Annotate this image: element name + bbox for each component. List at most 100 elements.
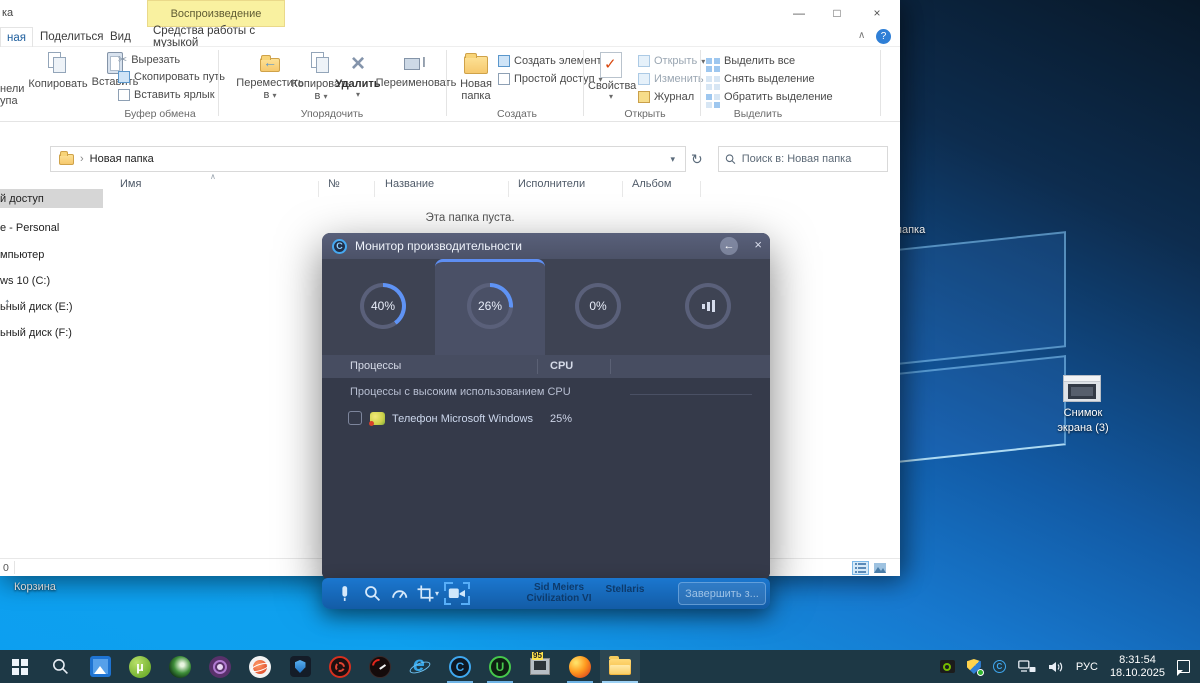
details-view-button[interactable] [852, 561, 869, 575]
sidebar-item-onedrive[interactable]: e - Personal [0, 218, 103, 237]
sidebar-item-drive-e[interactable]: ьный диск (E:) [0, 297, 103, 316]
edit-button[interactable]: Изменить [638, 73, 704, 85]
taskbar-driver-booster[interactable] [320, 650, 360, 683]
monitor-close-button[interactable]: × [754, 237, 762, 252]
taskbar-file-explorer[interactable] [600, 650, 640, 683]
collapse-ribbon-icon[interactable]: ∧ [858, 30, 865, 41]
paste-shortcut-button[interactable]: Вставить ярлык [118, 89, 215, 101]
thumbnail-view-button[interactable] [871, 561, 888, 575]
tray-clock[interactable]: 8:31:54 18.10.2025 [1110, 654, 1165, 680]
maximize-button[interactable]: □ [820, 0, 854, 25]
copy-button[interactable]: Копировать [26, 52, 90, 90]
taskbar-sputnik-browser[interactable] [240, 650, 280, 683]
language-indicator[interactable]: РУС [1076, 661, 1098, 673]
group-separator [880, 50, 881, 116]
action-center-icon[interactable] [1177, 660, 1190, 673]
taskbar-tor-browser[interactable] [200, 650, 240, 683]
process-row[interactable]: Телефон Microsoft Windows 25% [322, 408, 770, 432]
taskbar-firefox[interactable] [560, 650, 600, 683]
close-button[interactable]: × [860, 0, 894, 25]
taskbar-ccleaner[interactable]: C [440, 650, 480, 683]
fps-badge: 95 [532, 652, 543, 660]
metrics-gauge[interactable] [685, 283, 731, 329]
copy-to-icon [311, 52, 331, 74]
taskbar-search-button[interactable] [40, 650, 80, 683]
start-button[interactable] [0, 650, 40, 683]
process-cpu-value: 25% [550, 413, 572, 425]
column-album[interactable]: Альбом [632, 178, 671, 190]
tab-music-tools[interactable]: Средства работы с музыкой [147, 27, 285, 47]
monitor-title: Монитор производительности [355, 239, 522, 253]
recycle-bin-label[interactable]: Корзина [14, 581, 56, 593]
select-all-button[interactable]: Выделить все [706, 55, 795, 67]
end-task-button[interactable]: Завершить з... [678, 582, 766, 605]
taskbar-photos-app[interactable] [80, 650, 120, 683]
tab-home[interactable]: ная [0, 27, 33, 47]
magnifier-icon[interactable] [364, 585, 381, 602]
column-name[interactable]: Имя [120, 178, 141, 190]
volume-tray-icon[interactable] [1048, 660, 1064, 674]
sidebar-item-quick-access[interactable]: й доступ [0, 189, 103, 208]
ccleaner-tray-icon[interactable]: C [993, 660, 1006, 673]
explorer-titlebar[interactable]: ка Воспроизведение — □ × [0, 0, 900, 27]
open-button[interactable]: Открыть▾ [638, 55, 705, 67]
column-number[interactable]: № [328, 178, 340, 190]
refresh-icon[interactable]: ↻ [691, 151, 703, 168]
help-icon[interactable]: ? [876, 29, 891, 44]
taskbar-shield-app[interactable] [280, 650, 320, 683]
bar-chart-icon [685, 283, 731, 329]
clear-selection-button[interactable]: Снять выделение [706, 73, 815, 85]
cpu-gauge[interactable]: 26% [467, 283, 513, 329]
taskbar-game-green[interactable] [160, 650, 200, 683]
boost-icon[interactable] [336, 585, 353, 602]
nvidia-tray-icon[interactable] [940, 660, 955, 673]
taskbar-fps-monitor[interactable]: 95 [520, 650, 560, 683]
group-separator [583, 50, 584, 116]
new-folder-button[interactable]: Новая папка [450, 52, 502, 102]
taskbar-iobit-uninstaller[interactable]: U [480, 650, 520, 683]
pin-quick-access-fragment[interactable]: нелиупа [0, 83, 24, 107]
easy-access-button[interactable]: Простой доступ▾ [498, 73, 603, 85]
network-tray-icon[interactable] [1018, 660, 1036, 674]
window-title-fragment: ка [2, 7, 13, 19]
group-separator [700, 50, 701, 116]
crop-dropdown-icon[interactable]: ▾ [435, 589, 439, 598]
record-camera-button[interactable] [444, 582, 470, 605]
col-processes[interactable]: Процессы [350, 360, 401, 372]
copy-path-button[interactable]: Скопировать путь [118, 71, 225, 83]
phone-link-icon [370, 412, 385, 425]
speedometer-icon[interactable] [391, 585, 408, 602]
history-button[interactable]: Журнал [638, 91, 694, 103]
monitor-titlebar[interactable]: C Монитор производительности ← × [322, 233, 770, 259]
sidebar-item-drive-c[interactable]: ws 10 (C:) [0, 271, 103, 290]
section-divider [630, 394, 752, 395]
defender-tray-icon[interactable] [967, 659, 981, 674]
process-checkbox[interactable] [348, 411, 362, 425]
column-title[interactable]: Название [385, 178, 434, 190]
invert-selection-button[interactable]: Обратить выделение [706, 91, 833, 103]
tab-share[interactable]: Поделиться [34, 27, 110, 47]
crop-icon[interactable] [417, 585, 434, 602]
game-label-stellaris[interactable]: Stellaris [600, 584, 650, 595]
address-bar[interactable]: › Новая папка ▾ [50, 146, 686, 172]
properties-button[interactable]: Свойства ▾ [588, 52, 634, 101]
taskbar-aida-gauge[interactable] [360, 650, 400, 683]
breadcrumb-path[interactable]: Новая папка [90, 153, 154, 165]
minimize-button[interactable]: — [782, 0, 816, 25]
sidebar-item-this-pc[interactable]: мпьютер [0, 245, 103, 264]
game-label-civilization[interactable]: Sid MeiersCivilization VI [518, 582, 600, 604]
column-artists[interactable]: Исполнители [518, 178, 585, 190]
taskbar-utorrent[interactable]: µ [120, 650, 160, 683]
search-box[interactable] [718, 146, 888, 172]
ram-gauge[interactable]: 40% [360, 283, 406, 329]
disk-gauge[interactable]: 0% [575, 283, 621, 329]
desktop-icon-screenshot[interactable] [1063, 375, 1101, 402]
search-input[interactable] [742, 153, 881, 165]
sidebar-item-drive-f[interactable]: ьный диск (F:) [0, 323, 103, 342]
taskbar-internet-explorer[interactable]: e [400, 650, 440, 683]
tab-view[interactable]: Вид [104, 27, 137, 47]
col-cpu[interactable]: CPU [550, 360, 573, 372]
address-dropdown-icon[interactable]: ▾ [670, 154, 675, 165]
back-button[interactable]: ← [720, 237, 738, 255]
cut-button[interactable]: ✂ Вырезать [118, 53, 180, 66]
